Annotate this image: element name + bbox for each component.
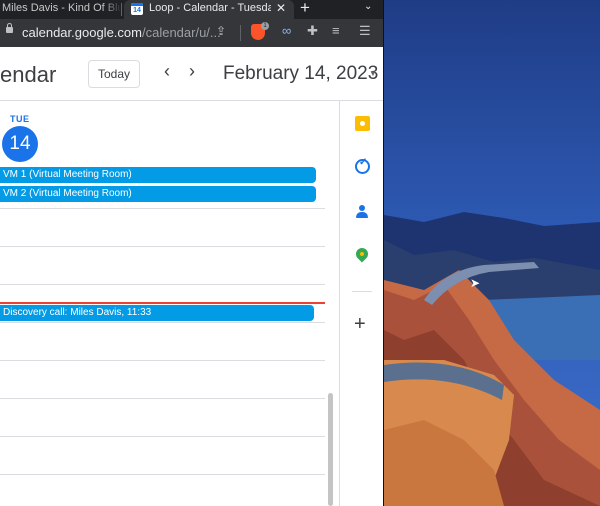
tab-strip: Miles Davis - Kind Of Blue 14 Loop - Cal…	[0, 0, 383, 19]
date-dropdown-icon[interactable]: ▼	[369, 69, 377, 78]
extension-infinity-icon[interactable]: ∞	[282, 23, 291, 38]
menu-icon[interactable]: ☰	[359, 23, 371, 39]
day-view: TUE 14 VM 1 (Virtual Meeting Room) VM 2 …	[0, 101, 338, 506]
calendar-header: endar Today ‹ › February 14, 2023 ▼	[0, 47, 383, 101]
current-time-indicator	[0, 302, 325, 304]
event-vm-1[interactable]: VM 1 (Virtual Meeting Room)	[0, 167, 316, 183]
previous-day-button[interactable]: ‹	[164, 61, 170, 82]
wallpaper-image	[384, 0, 600, 506]
desktop-wallpaper	[384, 0, 600, 506]
tasks-icon[interactable]: ✓	[355, 157, 370, 174]
maps-icon[interactable]	[353, 245, 371, 263]
share-icon[interactable]: ⇪	[216, 24, 228, 38]
add-addon-button[interactable]: +	[354, 313, 366, 336]
app-title: endar	[0, 62, 57, 87]
tab-miles-davis[interactable]: Miles Davis - Kind Of Blue	[0, 0, 122, 19]
address-bar[interactable]: calendar.google.com/calendar/u/...	[22, 25, 221, 40]
browser-window: Miles Davis - Kind Of Blue 14 Loop - Cal…	[0, 0, 384, 506]
contacts-icon[interactable]	[356, 205, 368, 219]
calendar-favicon-icon: 14	[131, 3, 143, 15]
current-date-title[interactable]: February 14, 2023	[223, 63, 378, 85]
keep-icon[interactable]	[355, 116, 370, 131]
tab-list-chevron-icon[interactable]: ⌄	[364, 1, 372, 12]
side-panel: ✓ +	[339, 101, 383, 506]
close-tab-icon[interactable]: ✕	[276, 0, 286, 17]
day-of-week: TUE	[10, 114, 30, 124]
today-button[interactable]: Today	[88, 60, 140, 88]
event-discovery-call[interactable]: Discovery call: Miles Davis, 11:33	[0, 305, 314, 321]
event-vm-2[interactable]: VM 2 (Virtual Meeting Room)	[0, 186, 316, 202]
new-tab-button[interactable]: +	[300, 0, 310, 18]
day-number[interactable]: 14	[2, 126, 38, 162]
tab-calendar[interactable]: 14 Loop - Calendar - Tuesday ✕	[124, 0, 294, 19]
day-view-scrollbar[interactable]	[328, 393, 333, 506]
mouse-cursor-icon: ➤	[470, 276, 481, 290]
lock-icon[interactable]	[6, 23, 13, 33]
extensions-puzzle-icon[interactable]: ✚	[307, 23, 318, 39]
playlist-icon[interactable]: ≡	[332, 23, 340, 38]
brave-badge: 1	[261, 22, 269, 30]
tab-title: Loop - Calendar - Tuesday	[149, 2, 271, 14]
browser-toolbar: calendar.google.com/calendar/u/... ⇪ 1 ∞…	[0, 19, 383, 47]
next-day-button[interactable]: ›	[189, 61, 195, 82]
